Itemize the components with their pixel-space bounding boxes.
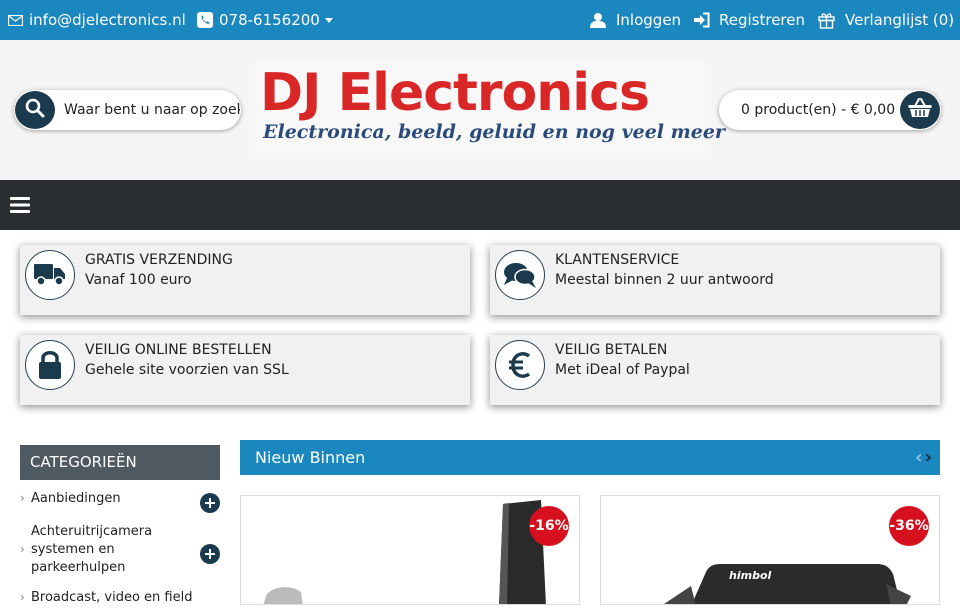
category-label: Aanbiedingen: [31, 491, 121, 506]
sign-in-icon: [694, 12, 710, 28]
product-card[interactable]: -16%: [240, 495, 580, 605]
search-icon: [25, 98, 45, 122]
feature-title: VEILIG BETALEN: [555, 342, 668, 358]
new-in-heading-bar: Nieuw Binnen ‹ ›: [240, 440, 940, 475]
login-link[interactable]: Inloggen: [590, 0, 681, 40]
header: DJ Electronics Electronica, beeld, gelui…: [0, 40, 960, 180]
new-in-heading: Nieuw Binnen: [255, 448, 366, 467]
site-logo[interactable]: DJ Electronics Electronica, beeld, gelui…: [255, 61, 725, 159]
chevron-right-icon: ›: [20, 491, 25, 505]
euro-icon: [495, 340, 545, 390]
discount-badge: -36%: [889, 506, 929, 546]
login-text: Inloggen: [616, 11, 682, 29]
lock-icon: [25, 340, 75, 390]
category-label: Achteruitrijcamera systemen en parkeerhu…: [31, 524, 153, 575]
search-box: [14, 90, 241, 130]
register-link[interactable]: Registreren: [694, 0, 805, 40]
categories-heading: CATEGORIEËN: [20, 445, 220, 480]
caret-down-icon: [324, 17, 333, 23]
category-item[interactable]: › Broadcast, video en field: [20, 589, 220, 609]
plus-circle-icon[interactable]: [200, 493, 220, 513]
feature-secure-payment: VEILIG BETALEN Met iDeal of Paypal: [490, 335, 940, 405]
menu-icon[interactable]: [10, 195, 30, 215]
register-text: Registreren: [719, 11, 806, 29]
phone-link[interactable]: 078-6156200: [197, 0, 333, 40]
logo-tagline: Electronica, beeld, geluid en nog veel m…: [263, 121, 725, 143]
category-item[interactable]: › Achteruitrijcamera systemen en parkeer…: [20, 523, 220, 579]
envelope-icon: [8, 14, 23, 26]
chevron-right-icon: ›: [20, 590, 25, 604]
wishlist-link[interactable]: Verlanglijst (0): [818, 0, 954, 40]
chat-icon: [495, 250, 545, 300]
feature-title: VEILIG ONLINE BESTELLEN: [85, 342, 272, 358]
chevron-left-icon[interactable]: ‹: [915, 440, 922, 475]
wishlist-text: Verlanglijst (0): [845, 11, 955, 29]
feature-title: GRATIS VERZENDING: [85, 252, 233, 268]
feature-subtitle: Gehele site voorzien van SSL: [85, 362, 289, 378]
phone-text: 078-6156200: [219, 11, 320, 29]
basket-icon: [908, 98, 932, 122]
product-brand-label: himbol: [729, 569, 772, 582]
user-icon: [590, 12, 606, 28]
top-bar: info@djelectronics.nl 078-6156200 Inlogg…: [0, 0, 960, 40]
phone-icon: [197, 12, 213, 28]
chevron-right-icon: ›: [20, 542, 25, 556]
feature-secure-ordering: VEILIG ONLINE BESTELLEN Gehele site voor…: [20, 335, 470, 405]
feature-free-shipping: GRATIS VERZENDING Vanaf 100 euro: [20, 245, 470, 315]
carousel-arrows: ‹ ›: [915, 440, 932, 475]
cart-basket-button[interactable]: [900, 91, 940, 129]
search-button[interactable]: [15, 91, 55, 129]
category-label: Broadcast, video en field: [31, 590, 193, 605]
feature-subtitle: Met iDeal of Paypal: [555, 362, 690, 378]
email-link[interactable]: info@djelectronics.nl: [8, 0, 186, 40]
chevron-right-icon[interactable]: ›: [925, 440, 932, 475]
main-nav: [0, 180, 960, 230]
email-text: info@djelectronics.nl: [29, 11, 186, 29]
product-image[interactable]: [241, 496, 579, 604]
cart-button[interactable]: 0 product(en) - € 0,00: [719, 90, 941, 130]
product-card[interactable]: himbol -36%: [600, 495, 940, 605]
logo-title: DJ Electronics: [260, 63, 650, 123]
product-image[interactable]: [601, 496, 939, 604]
discount-badge: -16%: [529, 506, 569, 546]
cart-summary: 0 product(en) - € 0,00: [741, 102, 896, 118]
feature-subtitle: Vanaf 100 euro: [85, 272, 192, 288]
feature-title: KLANTENSERVICE: [555, 252, 680, 268]
category-item[interactable]: › Aanbiedingen: [20, 490, 220, 513]
search-input[interactable]: [64, 90, 240, 130]
gift-icon: [818, 12, 835, 29]
feature-subtitle: Meestal binnen 2 uur antwoord: [555, 272, 774, 288]
truck-icon: [25, 250, 75, 300]
plus-circle-icon[interactable]: [200, 544, 220, 564]
feature-customer-service: KLANTENSERVICE Meestal binnen 2 uur antw…: [490, 245, 940, 315]
